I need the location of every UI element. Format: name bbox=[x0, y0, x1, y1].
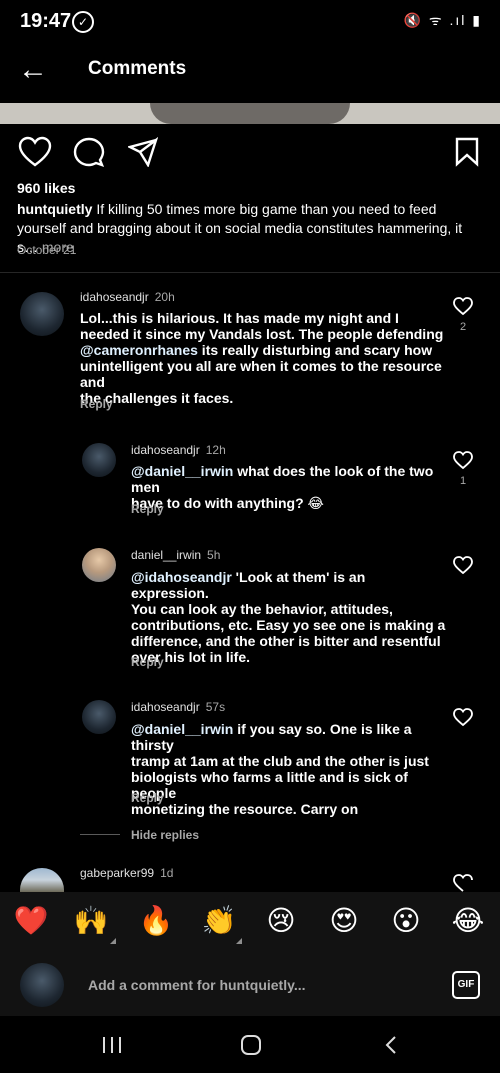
comment-text: @daniel__irwin what does the look of the… bbox=[131, 463, 446, 511]
raised-hands-emoji[interactable]: 🙌 bbox=[71, 904, 111, 938]
comment-header: idahoseandjr 20h bbox=[80, 290, 175, 304]
reply-button[interactable]: Reply bbox=[131, 655, 164, 669]
comment-line: tramp at 1am at the club and the other i… bbox=[131, 753, 429, 769]
like-heart-icon[interactable] bbox=[453, 297, 473, 316]
heart-icon[interactable] bbox=[18, 136, 52, 168]
gif-button[interactable]: GIF bbox=[452, 971, 480, 999]
hide-replies-line bbox=[80, 834, 120, 835]
post-image-subject bbox=[150, 103, 350, 124]
avatar[interactable] bbox=[82, 443, 116, 477]
status-bar: 19:47 ✓ 🔇 ᯤ .ıl ▮ bbox=[0, 0, 500, 44]
mention-link[interactable]: @cameronrhanes bbox=[80, 342, 198, 358]
comment-time: 12h bbox=[205, 443, 226, 457]
comment-composer: Add a comment for huntquietly... GIF bbox=[0, 954, 500, 1016]
comment-text: @idahoseandjr 'Look at them' is an expre… bbox=[131, 569, 446, 665]
comment-line: biologists who farms a little and is sic… bbox=[131, 769, 408, 801]
red-heart-emoji[interactable]: ❤️ bbox=[11, 904, 51, 938]
post-date: October 21 bbox=[17, 243, 77, 257]
comment-text: Lol...this is hilarious. It has made my … bbox=[80, 310, 450, 406]
comment-line: @cameronrhanes its really disturbing and… bbox=[80, 342, 450, 358]
likes-count[interactable]: 960 likes bbox=[17, 180, 75, 196]
share-icon[interactable] bbox=[128, 137, 158, 167]
surprised-face-emoji[interactable]: 😮 bbox=[386, 904, 426, 938]
comment-header: daniel__irwin 5h bbox=[131, 548, 220, 562]
mention-link[interactable]: @idahoseandjr bbox=[131, 569, 232, 585]
comment-line: monetizing the resource. Carry on bbox=[131, 801, 359, 817]
comment-line: You can look ay the behavior, attitudes, bbox=[131, 601, 393, 617]
comment-line: have to do with anything? 😂 bbox=[131, 495, 324, 511]
clapping-hands-emoji[interactable]: 👏 bbox=[199, 904, 239, 938]
caption-username[interactable]: huntquietly bbox=[17, 201, 92, 217]
page-title: Comments bbox=[88, 58, 187, 79]
back-arrow-icon[interactable]: ← bbox=[18, 55, 48, 85]
comment-input[interactable]: Add a comment for huntquietly... bbox=[88, 977, 306, 993]
comment-text: @daniel__irwin if you say so. One is lik… bbox=[131, 721, 446, 817]
comment-time: 1d bbox=[160, 866, 174, 880]
comment-username[interactable]: gabeparker99 bbox=[80, 866, 154, 880]
comment-line: Lol...this is hilarious. It has made my … bbox=[80, 310, 399, 326]
comment-line: over his lot in life. bbox=[131, 649, 251, 665]
like-heart-icon[interactable] bbox=[453, 556, 473, 575]
reply-button[interactable]: Reply bbox=[131, 502, 164, 516]
comment-username[interactable]: idahoseandjr bbox=[80, 290, 149, 304]
comment-time: 57s bbox=[205, 700, 226, 714]
post-image[interactable] bbox=[0, 103, 500, 124]
comment-icon[interactable] bbox=[73, 136, 105, 168]
avatar bbox=[20, 963, 64, 1007]
comment-line: the challenges it faces. bbox=[80, 390, 234, 406]
heart-eyes-emoji[interactable]: 😍 bbox=[324, 904, 364, 938]
recent-apps-icon[interactable] bbox=[101, 1036, 123, 1054]
crying-face-emoji[interactable]: 😢 bbox=[261, 904, 301, 938]
avatar[interactable] bbox=[20, 292, 64, 336]
comment-line: @daniel__irwin if you say so. One is lik… bbox=[131, 721, 446, 753]
fire-emoji[interactable]: 🔥 bbox=[136, 904, 176, 938]
comment-line: unintelligent you all are when it comes … bbox=[80, 358, 442, 390]
like-heart-icon[interactable] bbox=[453, 874, 473, 892]
comment-line: @idahoseandjr 'Look at them' is an expre… bbox=[131, 569, 446, 601]
comment-line: needed it since my Vandals lost. The peo… bbox=[80, 326, 444, 342]
check-circle-icon: ✓ bbox=[72, 11, 94, 33]
header: ← Comments bbox=[0, 44, 500, 100]
bookmark-icon[interactable] bbox=[455, 137, 479, 167]
system-nav-bar bbox=[0, 1016, 500, 1073]
reply-button[interactable]: Reply bbox=[80, 397, 113, 411]
like-count: 2 bbox=[459, 321, 467, 333]
comment-time: 20h bbox=[154, 290, 175, 304]
like-heart-icon[interactable] bbox=[453, 451, 473, 470]
comment-line: @daniel__irwin what does the look of the… bbox=[131, 463, 446, 495]
comment-username[interactable]: daniel__irwin bbox=[131, 548, 201, 562]
home-icon[interactable] bbox=[240, 1034, 262, 1056]
comment-line-rest: its really disturbing and scary how bbox=[197, 342, 433, 358]
comment-line: difference, and the other is bitter and … bbox=[131, 633, 441, 649]
mention-link[interactable]: @daniel__irwin bbox=[131, 721, 233, 737]
avatar[interactable] bbox=[82, 548, 116, 582]
comment-line: contributions, etc. Easy yo see one is m… bbox=[131, 617, 446, 633]
avatar[interactable] bbox=[82, 700, 116, 734]
mention-link[interactable]: @daniel__irwin bbox=[131, 463, 233, 479]
skin-tone-indicator bbox=[110, 938, 116, 944]
reply-button[interactable]: Reply bbox=[131, 791, 164, 805]
tears-of-joy-emoji[interactable]: 😂 bbox=[448, 904, 488, 938]
status-time: 19:47 bbox=[20, 10, 72, 32]
post-actions bbox=[0, 132, 500, 172]
comment-header: idahoseandjr 12h bbox=[131, 443, 226, 457]
status-icons: 🔇 ᯤ .ıl ▮ bbox=[403, 12, 482, 28]
comment-header: gabeparker99 1d bbox=[80, 866, 173, 880]
hide-replies-button[interactable]: Hide replies bbox=[131, 828, 199, 842]
avatar[interactable] bbox=[20, 868, 64, 892]
back-icon[interactable] bbox=[383, 1035, 399, 1055]
comment-username[interactable]: idahoseandjr bbox=[131, 443, 200, 457]
comment-time: 5h bbox=[207, 548, 221, 562]
comment-username[interactable]: idahoseandjr bbox=[131, 700, 200, 714]
skin-tone-indicator bbox=[236, 938, 242, 944]
emoji-reaction-bar: ❤️ 🙌 🔥 👏 😢 😍 😮 😂 bbox=[0, 892, 500, 954]
divider bbox=[0, 272, 500, 273]
like-heart-icon[interactable] bbox=[453, 708, 473, 727]
post-caption: huntquietly If killing 50 times more big… bbox=[17, 200, 477, 257]
like-count: 1 bbox=[459, 475, 467, 487]
comment-header: idahoseandjr 57s bbox=[131, 700, 225, 714]
